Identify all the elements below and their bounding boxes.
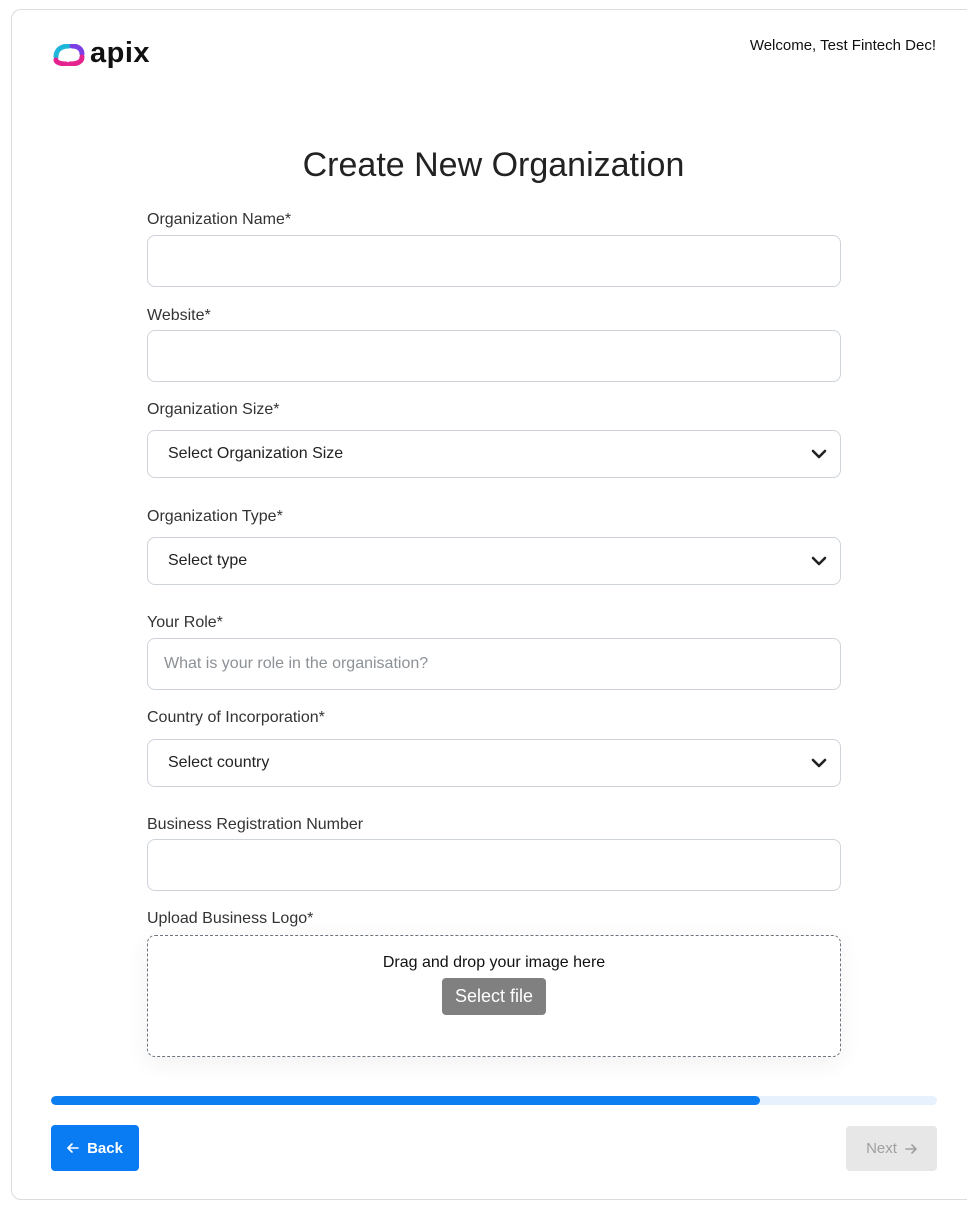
page-title: Create New Organization (302, 146, 685, 184)
org-name-input[interactable] (147, 235, 841, 287)
logo-dropzone[interactable]: Drag and drop your image here Select fil… (147, 935, 841, 1057)
role-label: Your Role* (147, 614, 223, 631)
brn-input[interactable] (147, 839, 841, 891)
org-type-label: Organization Type* (147, 508, 283, 525)
dropzone-text: Drag and drop your image here (382, 954, 606, 971)
apix-logo-icon (53, 44, 85, 66)
country-label: Country of Incorporation* (147, 709, 325, 726)
logo-upload-label: Upload Business Logo* (147, 910, 314, 927)
country-select[interactable]: Select country (147, 739, 841, 787)
org-size-label: Organization Size* (147, 401, 280, 418)
role-input[interactable]: What is your role in the organisation? (147, 638, 841, 690)
chevron-down-icon (811, 556, 827, 566)
website-input[interactable] (147, 330, 841, 382)
website-label: Website* (147, 307, 211, 324)
progress-fill (51, 1096, 760, 1105)
logo-text: apix (90, 37, 151, 69)
chevron-down-icon (811, 758, 827, 768)
next-button[interactable]: Next (846, 1126, 937, 1171)
org-type-selected: Select type (168, 552, 248, 569)
arrow-left-icon (67, 1143, 79, 1153)
brn-label: Business Registration Number (147, 816, 364, 833)
country-selected: Select country (168, 754, 270, 771)
progress-bar (51, 1096, 937, 1105)
org-name-label: Organization Name* (147, 211, 292, 228)
select-file-button[interactable]: Select file (441, 978, 547, 1015)
apix-logo[interactable]: apix (52, 37, 151, 69)
back-button[interactable]: Back (51, 1125, 139, 1171)
welcome-message: Welcome, Test Fintech Dec! (749, 37, 936, 54)
arrow-right-icon (905, 1143, 917, 1154)
org-type-select[interactable]: Select type (147, 537, 841, 585)
next-label: Next (866, 1140, 897, 1157)
org-size-selected: Select Organization Size (168, 445, 344, 462)
back-label: Back (87, 1139, 123, 1157)
chevron-down-icon (811, 449, 827, 459)
role-placeholder: What is your role in the organisation? (164, 655, 429, 672)
org-size-select[interactable]: Select Organization Size (147, 430, 841, 478)
